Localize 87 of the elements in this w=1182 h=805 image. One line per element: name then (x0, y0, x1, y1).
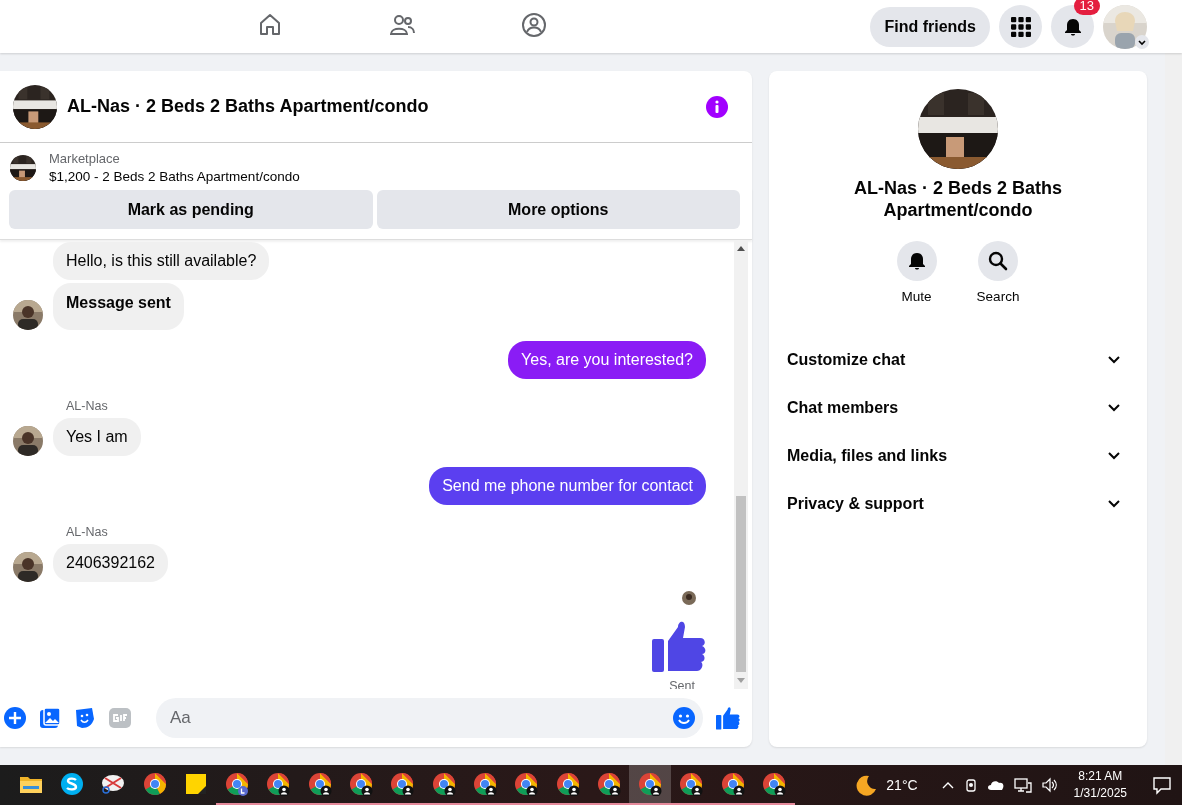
photo-icon (39, 707, 61, 729)
message-bubble: Send me phone number for contact (429, 467, 706, 505)
read-receipt-avatar (682, 591, 696, 605)
menu-button[interactable] (999, 5, 1042, 48)
section-label: Privacy & support (787, 495, 924, 513)
thumbs-up-icon (716, 706, 740, 730)
chat-title: AL-Nas · 2 Beds 2 Baths Apartment/condo (67, 96, 430, 117)
action-label: Mute (901, 289, 932, 304)
section-row[interactable]: Privacy & support (787, 480, 1129, 528)
taskbar-app[interactable] (629, 765, 671, 805)
thumbs-up-icon (652, 619, 706, 673)
sticker-button[interactable] (74, 707, 96, 729)
mute-button[interactable] (896, 241, 937, 281)
message-field[interactable]: Aa (156, 698, 703, 738)
scissors-icon (101, 772, 126, 796)
info-icon (706, 95, 728, 118)
note-icon (183, 772, 208, 796)
message-bubble: 2406392162 (53, 544, 168, 582)
sender-name: AL-Nas (66, 399, 109, 413)
action-button[interactable]: More options (376, 190, 740, 229)
scroll-down-arrow-icon (737, 678, 745, 683)
bell-icon (1062, 16, 1083, 37)
scroll-up-arrow-icon (737, 246, 745, 251)
section-row[interactable]: Customize chat (787, 336, 1129, 384)
clock-date[interactable]: 1/31/2025 (1073, 785, 1127, 802)
conversation-name: AL-Nas · 2 Beds 2 Baths Apartment/condo (852, 177, 1064, 221)
chrome-icon (720, 772, 745, 796)
chrome-icon (555, 772, 580, 796)
sticker-icon (74, 707, 96, 729)
scrollbar[interactable] (734, 240, 748, 689)
chrome-icon (390, 772, 415, 796)
photo-button[interactable] (39, 707, 61, 729)
sender-name: AL-Nas (66, 525, 109, 539)
message-bubble: Hello, is this still available? (53, 242, 270, 280)
like-button[interactable] (716, 706, 740, 730)
clock-time[interactable]: 8:21 AM (1073, 768, 1127, 785)
skype-icon (59, 772, 84, 796)
section-label: Media, files and links (787, 447, 948, 465)
grid-icon (1010, 16, 1031, 37)
action-button[interactable]: Mark as pending (9, 190, 373, 229)
search-icon (988, 251, 1008, 271)
section-row[interactable]: Chat members (787, 384, 1129, 432)
gif-icon (109, 707, 131, 729)
friends-icon (389, 12, 415, 38)
meet-now-icon (963, 778, 978, 792)
chrome-icon (638, 772, 663, 796)
notification-center-icon (1152, 775, 1172, 795)
search-button[interactable] (978, 241, 1018, 281)
find-friends-button[interactable]: Find friends (870, 6, 990, 47)
chrome-icon (349, 772, 373, 796)
emoji-icon (673, 707, 695, 729)
listing-title: $1,200 - 2 Beds 2 Baths Apartment/condo (49, 169, 300, 184)
chrome-icon (266, 772, 291, 796)
chrome-icon (307, 772, 332, 796)
marketplace-banner[interactable]: Marketplace $1,200 - 2 Beds 2 Baths Apartment/condo (0, 143, 752, 188)
network-icon (1013, 777, 1032, 793)
info-button[interactable] (706, 95, 728, 118)
chrome-icon (596, 772, 621, 796)
chevron-down-icon (1135, 34, 1149, 49)
chrome-icon (762, 772, 786, 796)
section-label: Customize chat (787, 351, 906, 369)
message-bubble: Message sent (53, 283, 184, 330)
moon-icon (855, 774, 878, 796)
section-row[interactable]: Media, files and links (787, 432, 1129, 480)
chrome-icon (472, 772, 497, 796)
emoji-button[interactable] (673, 707, 695, 729)
chrome-icon (514, 772, 539, 796)
add-button[interactable] (4, 707, 26, 729)
chrome-icon (142, 772, 167, 796)
bell-icon (906, 251, 927, 271)
groups-icon (521, 12, 547, 38)
volume-icon (1040, 777, 1059, 793)
page-scrollbar[interactable] (1165, 53, 1182, 765)
cloud-icon (986, 778, 1005, 792)
scrollbar-thumb[interactable] (736, 496, 746, 672)
chrome-icon (679, 772, 704, 796)
message-bubble: Yes I am (53, 418, 141, 456)
action-label: Search (976, 289, 1020, 304)
chrome-icon (225, 772, 250, 796)
temperature[interactable]: 21°C (886, 777, 918, 793)
chrome-icon (431, 772, 456, 796)
add-icon (4, 707, 26, 729)
home-icon (257, 12, 283, 38)
marketplace-label: Marketplace (49, 151, 121, 166)
section-label: Chat members (787, 399, 899, 417)
message-bubble: Yes, are you interested? (508, 341, 706, 379)
notification-badge: 13 (1073, 0, 1100, 15)
